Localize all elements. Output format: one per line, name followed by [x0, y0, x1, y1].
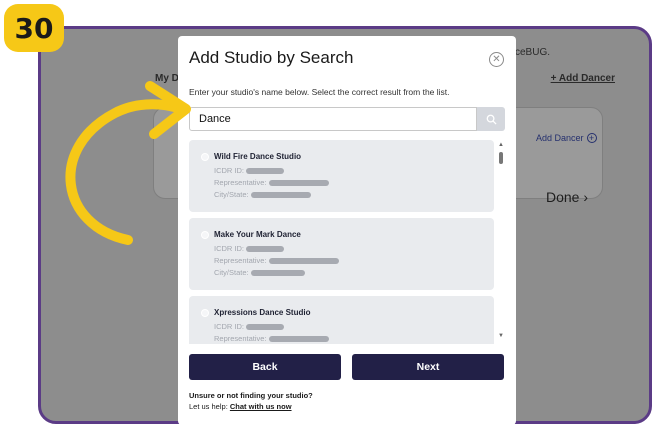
- city-state-label: City/State:: [214, 190, 249, 199]
- representative-line: Representative:: [214, 334, 329, 343]
- next-button[interactable]: Next: [352, 354, 504, 380]
- scroll-down-icon[interactable]: ▼: [498, 333, 504, 339]
- studio-name: Make Your Mark Dance: [214, 230, 301, 239]
- modal-title: Add Studio by Search: [189, 48, 354, 67]
- search-row: [189, 107, 505, 131]
- icdr-id-label: ICDR ID:: [214, 166, 244, 175]
- results-scrollbar[interactable]: ▲ ▼: [497, 140, 505, 344]
- redacted-value: [246, 323, 284, 330]
- redacted-value: [268, 335, 329, 342]
- representative-line: Representative:: [214, 256, 339, 265]
- studio-name: Wild Fire Dance Studio: [214, 152, 302, 161]
- city-state-label: City/State:: [214, 268, 249, 277]
- background-add-dancer-button[interactable]: Add Dancer +: [536, 133, 597, 143]
- representative-label: Representative:: [214, 334, 267, 343]
- studio-results-list[interactable]: Wild Fire Dance Studio ICDR ID: Represen…: [189, 140, 505, 344]
- city-state-line: City/State:: [214, 268, 305, 277]
- background-brand-text: ceBUG.: [515, 47, 551, 58]
- icdr-id-line: ICDR ID:: [214, 166, 284, 175]
- step-number-badge: 30: [4, 4, 64, 52]
- close-icon[interactable]: ✕: [489, 52, 504, 67]
- redacted-value: [268, 179, 329, 186]
- scroll-thumb[interactable]: [499, 152, 503, 164]
- chevron-right-icon: ›: [583, 189, 589, 205]
- redacted-value: [246, 167, 284, 174]
- help-line: Let us help: Chat with us now: [189, 402, 292, 411]
- result-radio[interactable]: [201, 309, 209, 317]
- redacted-value: [246, 245, 284, 252]
- city-state-line: City/State:: [214, 190, 311, 199]
- search-button[interactable]: [477, 107, 505, 131]
- result-radio[interactable]: [201, 231, 209, 239]
- scroll-up-icon[interactable]: ▲: [498, 142, 504, 148]
- screenshot-stage: 30 ceBUG. My Da + Add Dancer Add Dancer …: [0, 0, 658, 429]
- result-radio[interactable]: [201, 153, 209, 161]
- icdr-id-label: ICDR ID:: [214, 244, 244, 253]
- redacted-value: [268, 257, 339, 264]
- plus-circle-icon: +: [586, 133, 597, 143]
- background-add-dancer-label: Add Dancer: [536, 133, 584, 143]
- redacted-value: [250, 191, 311, 198]
- modal-instructions: Enter your studio's name below. Select t…: [189, 87, 450, 97]
- background-done-button[interactable]: Done ›: [546, 189, 588, 205]
- icdr-id-line: ICDR ID:: [214, 322, 284, 331]
- studio-name: Xpressions Dance Studio: [214, 308, 311, 317]
- redacted-value: [250, 269, 305, 276]
- step-number: 30: [14, 11, 54, 45]
- representative-label: Representative:: [214, 256, 267, 265]
- help-question: Unsure or not finding your studio?: [189, 391, 313, 400]
- help-prefix: Let us help:: [189, 402, 230, 411]
- search-icon: [486, 114, 497, 125]
- icdr-id-line: ICDR ID:: [214, 244, 284, 253]
- add-studio-modal: Add Studio by Search ✕ Enter your studio…: [178, 36, 516, 425]
- icdr-id-label: ICDR ID:: [214, 322, 244, 331]
- back-button[interactable]: Back: [189, 354, 341, 380]
- studio-result-item[interactable]: Xpressions Dance Studio ICDR ID: Represe…: [189, 296, 494, 344]
- representative-label: Representative:: [214, 178, 267, 187]
- studio-result-item[interactable]: Wild Fire Dance Studio ICDR ID: Represen…: [189, 140, 494, 212]
- studio-result-item[interactable]: Make Your Mark Dance ICDR ID: Representa…: [189, 218, 494, 290]
- background-add-dancer-link[interactable]: + Add Dancer: [551, 73, 615, 84]
- chat-with-us-link[interactable]: Chat with us now: [230, 402, 292, 411]
- background-done-label: Done: [546, 189, 580, 205]
- studio-search-input[interactable]: [189, 107, 477, 131]
- representative-line: Representative:: [214, 178, 329, 187]
